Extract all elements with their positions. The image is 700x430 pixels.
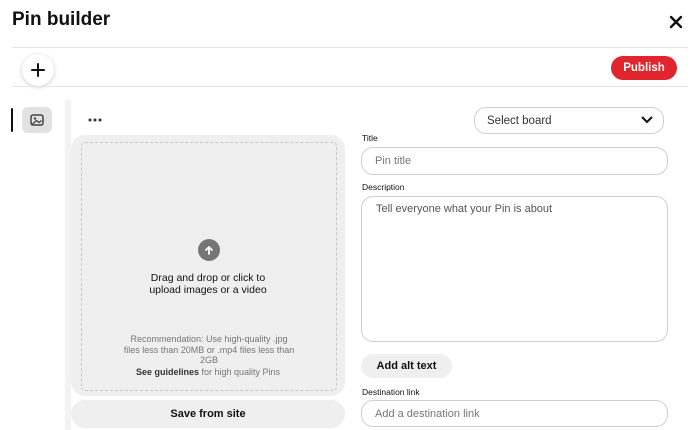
- selected-indicator: [11, 108, 13, 132]
- title-placeholder: Pin title: [375, 155, 412, 167]
- image-icon: [30, 114, 44, 126]
- description-input[interactable]: Tell everyone what your Pin is about: [361, 196, 668, 342]
- see-guidelines-link[interactable]: See guidelines: [136, 367, 199, 377]
- header-divider: [12, 47, 688, 48]
- destination-placeholder: Add a destination link: [375, 407, 480, 420]
- header: Pin builder: [0, 0, 700, 44]
- publish-button[interactable]: Publish: [611, 56, 677, 80]
- recommendation-line-3: 2GB: [199, 355, 218, 365]
- more-options-button[interactable]: [84, 112, 106, 128]
- board-select[interactable]: Select board: [474, 107, 664, 134]
- board-select-value: Select board: [487, 115, 552, 127]
- toolbar: [0, 49, 700, 87]
- arrow-up-icon: [205, 246, 213, 255]
- guidelines-line: See guidelines for high quality Pins: [71, 367, 345, 377]
- upload-line-2: upload images or a video: [149, 284, 267, 296]
- guidelines-suffix: for high quality Pins: [201, 367, 281, 377]
- destination-label: Destination link: [362, 387, 420, 397]
- plus-icon: [31, 63, 45, 77]
- recommendation-line-2: files less than 20MB or .mp4 files less …: [123, 344, 295, 355]
- close-button[interactable]: [664, 10, 688, 34]
- add-pin-button[interactable]: [22, 54, 54, 86]
- toolbar-divider: [12, 86, 688, 87]
- save-from-site-button[interactable]: Save from site: [71, 400, 345, 428]
- recommendation-line-1: Recommendation: Use high-quality .jpg: [130, 334, 288, 344]
- upload-recommendation: Recommendation: Use high-quality .jpg fi…: [99, 334, 319, 366]
- title-label: Title: [362, 133, 378, 143]
- destination-link-input[interactable]: Add a destination link: [361, 400, 668, 427]
- chevron-down-icon: [641, 116, 653, 123]
- add-alt-text-button[interactable]: Add alt text: [361, 354, 452, 378]
- upload-line-1: Drag and drop or click to: [150, 272, 266, 284]
- upload-icon-circle: [198, 239, 220, 261]
- more-icon: [88, 118, 102, 122]
- description-label: Description: [362, 182, 405, 192]
- close-icon: [669, 15, 683, 29]
- upload-instructions: Drag and drop or click to upload images …: [71, 272, 345, 296]
- page-title: Pin builder: [12, 9, 111, 30]
- pin-thumbnail-tab[interactable]: [22, 107, 52, 133]
- description-placeholder: Tell everyone what your Pin is about: [376, 203, 553, 215]
- title-input[interactable]: Pin title: [361, 147, 668, 175]
